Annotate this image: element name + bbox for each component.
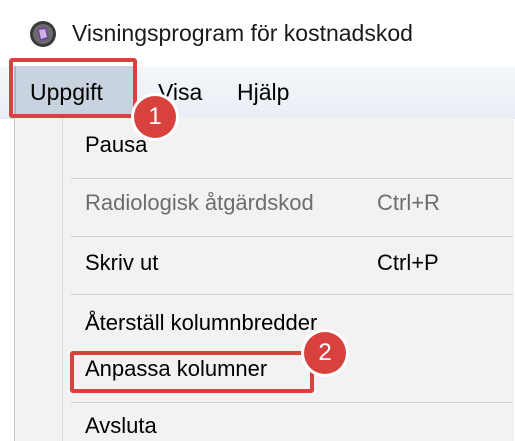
menu-separator [71,236,513,237]
menu-item-pausa[interactable]: Pausa [85,131,147,159]
menu-item-aterstall-kolumnbredder[interactable]: Återställ kolumnbredder [85,309,317,337]
menu-item-skriv-ut[interactable]: Skriv ut [85,249,158,277]
callout-highlight-anpassa-kolumner [70,351,314,393]
menu-separator [71,294,513,295]
menu-separator [71,178,513,179]
callout-badge-1: 1 [134,96,176,138]
menu-item-radiologisk-atgardskod[interactable]: Radiologisk åtgärdskod [85,189,314,217]
menu-item-avsluta[interactable]: Avsluta [85,412,157,440]
app-icon [30,21,56,47]
callout-highlight-uppgift [9,58,137,118]
menu-gutter-divider [62,118,63,441]
window-title: Visningsprogram för kostnadskod [72,20,413,46]
callout-badge-2: 2 [304,332,346,374]
title-bar: Visningsprogram för kostnadskod [0,0,515,66]
shortcut-ctrl-r: Ctrl+R [377,190,440,215]
menu-hjalp[interactable]: Hjälp [237,66,289,118]
shortcut-ctrl-p: Ctrl+P [377,250,439,275]
menu-separator [71,402,513,403]
